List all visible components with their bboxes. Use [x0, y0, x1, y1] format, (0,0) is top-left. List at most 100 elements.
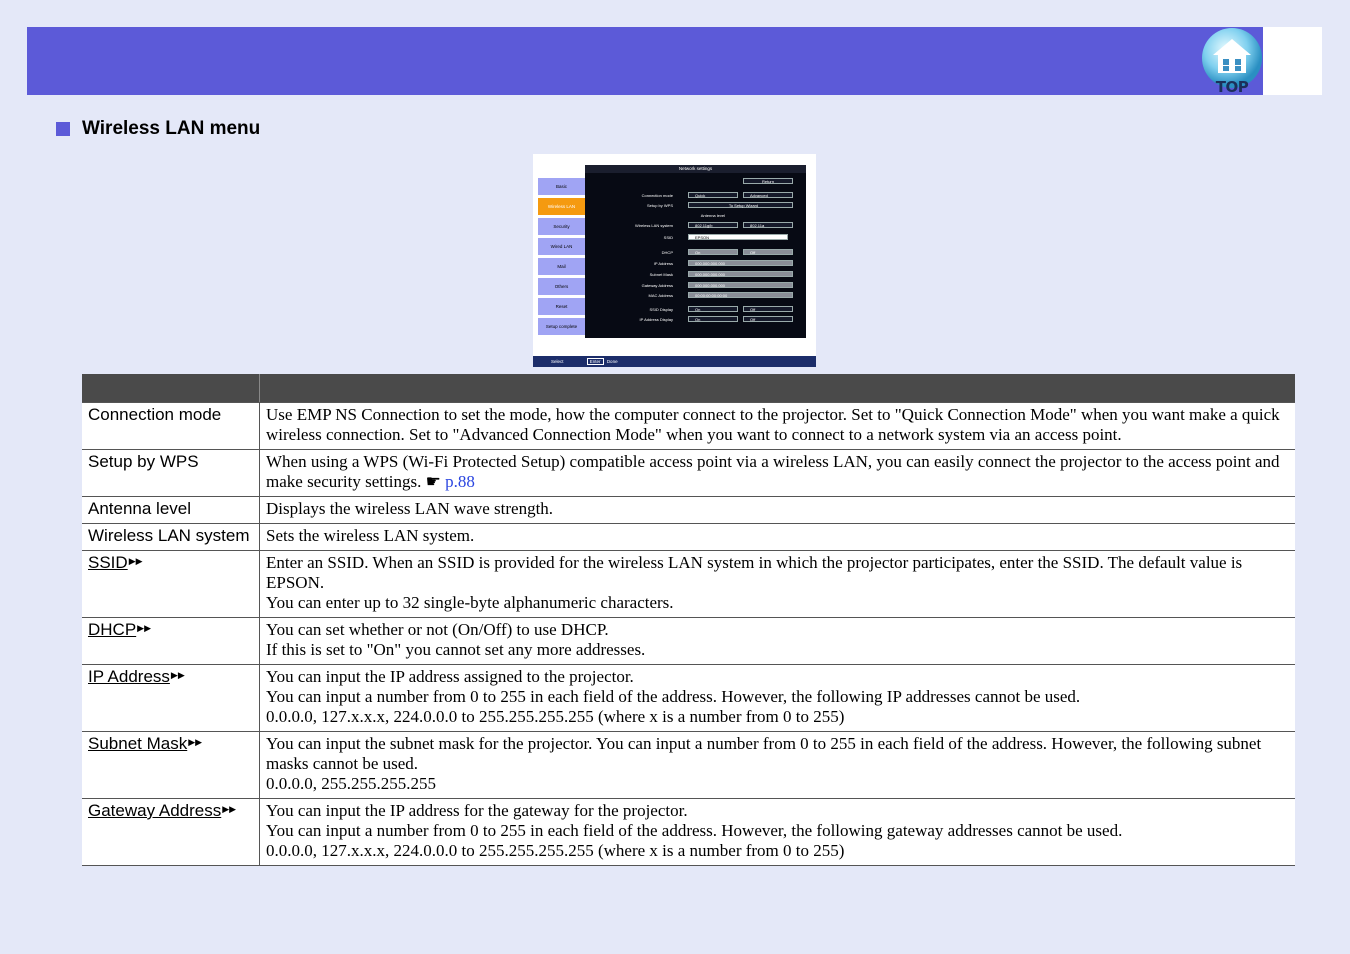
settings-table: Connection mode Use EMP NS Connection to…	[82, 374, 1295, 866]
screenshot-label: Gateway Address	[641, 283, 673, 288]
screenshot-field: 802.11g/b	[688, 222, 738, 228]
table-header-cell	[82, 374, 260, 403]
screenshot-field: To Setup Wizard	[688, 202, 793, 208]
screenshot-menu-item-active: Wireless LAN	[538, 198, 585, 215]
desc-cell: Displays the wireless LAN wave strength.	[259, 496, 1295, 524]
screenshot-field: 000.000.000.000	[688, 282, 793, 288]
table-header-cell	[259, 374, 1295, 403]
glossary-link[interactable]: DHCP	[88, 620, 136, 639]
screenshot-menu-item: Wired LAN	[538, 238, 585, 255]
desc-text: When using a WPS (Wi-Fi Protected Setup)…	[266, 452, 1280, 491]
screenshot-label: DHCP	[661, 250, 673, 255]
screenshot-field: On	[688, 249, 738, 255]
term-cell: DHCP▶▶	[82, 617, 260, 665]
desc-text: Sets the wireless LAN system.	[266, 526, 475, 545]
table-row: Setup by WPS When using a WPS (Wi-Fi Pro…	[82, 449, 1295, 497]
page-link[interactable]: p.88	[445, 472, 475, 491]
screenshot-field: Advanced	[743, 192, 793, 198]
screenshot-select: Select	[551, 359, 564, 364]
top-button[interactable]: TOP	[1199, 27, 1265, 97]
desc-text: You can input a number from 0 to 255 in …	[266, 821, 1123, 840]
glossary-arrow-icon: ▶▶	[222, 804, 237, 814]
section-title: Wireless LAN menu	[82, 118, 261, 139]
table-row: DHCP▶▶ You can set whether or not (On/Of…	[82, 617, 1295, 665]
term-cell: Subnet Mask▶▶	[82, 731, 260, 799]
pointing-hand-icon: ☛	[425, 472, 441, 491]
section-heading: Wireless LAN menu	[56, 118, 260, 140]
screenshot-label: MAC Address	[648, 293, 673, 298]
term-cell: Connection mode	[82, 402, 260, 450]
top-label: TOP	[1215, 78, 1249, 96]
screenshot-label: Connection mode	[641, 193, 673, 198]
screenshot-footer: Select Enter Done	[533, 356, 816, 367]
desc-text: 0.0.0.0, 255.255.255.255	[266, 774, 436, 793]
screenshot-label: Wireless LAN system	[634, 223, 673, 228]
screenshot-field: 000.000.000.000	[688, 260, 793, 266]
desc-text: 0.0.0.0, 127.x.x.x, 224.0.0.0 to 255.255…	[266, 841, 845, 860]
screenshot-done: Done	[606, 359, 618, 364]
desc-text: You can input the IP address for the gat…	[266, 801, 688, 820]
desc-text: You can input the IP address assigned to…	[266, 667, 634, 686]
screenshot-menu-item: Mail	[538, 258, 585, 275]
table-row: Wireless LAN system Sets the wireless LA…	[82, 523, 1295, 551]
screenshot-field: EPSON	[688, 234, 788, 240]
term-cell: Gateway Address▶▶	[82, 798, 260, 866]
desc-text: 0.0.0.0, 127.x.x.x, 224.0.0.0 to 255.255…	[266, 707, 845, 726]
glossary-arrow-icon: ▶▶	[188, 737, 203, 747]
term-text: Connection mode	[88, 405, 222, 424]
desc-text: Displays the wireless LAN wave strength.	[266, 499, 554, 518]
screenshot-return: Return	[743, 178, 793, 184]
screenshot-field: 00:00:00:00:00:00	[688, 292, 793, 298]
term-cell: Antenna level	[82, 496, 260, 524]
menu-screenshot: Basic Wireless LAN Security Wired LAN Ma…	[533, 154, 816, 367]
screenshot-menu-item: Others	[538, 278, 585, 295]
screenshot-label: Antenna level	[700, 213, 725, 218]
glossary-link[interactable]: SSID	[88, 553, 128, 572]
term-cell: Wireless LAN system	[82, 523, 260, 551]
screenshot-menu-item: Reset	[538, 298, 585, 315]
desc-cell: You can input the IP address for the gat…	[259, 798, 1295, 866]
glossary-arrow-icon: ▶▶	[128, 556, 143, 566]
desc-cell: Sets the wireless LAN system.	[259, 523, 1295, 551]
screenshot-field: On	[688, 306, 738, 312]
glossary-link[interactable]: IP Address	[88, 667, 170, 686]
screenshot-panel: Network settings Return Connection mode …	[585, 165, 806, 338]
desc-text: If this is set to "On" you cannot set an…	[266, 640, 646, 659]
table-row: Antenna level Displays the wireless LAN …	[82, 496, 1295, 524]
bullet-square-icon	[56, 122, 70, 136]
table-row: Connection mode Use EMP NS Connection to…	[82, 402, 1295, 450]
glossary-link[interactable]: Gateway Address	[88, 801, 221, 820]
screenshot-label: SSID Display	[649, 307, 673, 312]
term-text: Setup by WPS	[88, 452, 199, 471]
screenshot-menu-item: Security	[538, 218, 585, 235]
screenshot-field: 802.11a	[743, 222, 793, 228]
glossary-arrow-icon: ▶▶	[137, 623, 152, 633]
header-corner	[1263, 27, 1322, 95]
table-header-row	[82, 374, 1295, 403]
term-text: Antenna level	[88, 499, 192, 518]
desc-text: You can input a number from 0 to 255 in …	[266, 687, 1081, 706]
screenshot-label: IP Address	[653, 261, 673, 266]
screenshot-field: On	[688, 316, 738, 322]
screenshot-menu-item: Basic	[538, 178, 585, 195]
desc-text: Use EMP NS Connection to set the mode, h…	[266, 405, 1280, 444]
screenshot-field: 000.000.000.000	[688, 271, 793, 277]
screenshot-menu-item: Setup complete	[538, 318, 585, 335]
screenshot-enter: Enter	[586, 358, 604, 365]
screenshot-label: Subnet Mask	[649, 272, 673, 277]
desc-cell: When using a WPS (Wi-Fi Protected Setup)…	[259, 449, 1295, 497]
table-row: Subnet Mask▶▶ You can input the subnet m…	[82, 731, 1295, 799]
header-banner	[27, 27, 1263, 95]
desc-cell: You can set whether or not (On/Off) to u…	[259, 617, 1295, 665]
glossary-arrow-icon: ▶▶	[170, 670, 185, 680]
screenshot-field: Quick	[688, 192, 738, 198]
table-row: IP Address▶▶ You can input the IP addres…	[82, 664, 1295, 732]
desc-text: You can enter up to 32 single-byte alpha…	[266, 593, 674, 612]
term-cell: Setup by WPS	[82, 449, 260, 497]
screenshot-label: Setup by WPS	[646, 203, 673, 208]
glossary-link[interactable]: Subnet Mask	[88, 734, 187, 753]
table-row: Gateway Address▶▶ You can input the IP a…	[82, 798, 1295, 866]
term-text: Wireless LAN system	[88, 526, 250, 545]
screenshot-field: Off	[743, 249, 793, 255]
screenshot-panel-title: Network settings	[585, 165, 806, 173]
